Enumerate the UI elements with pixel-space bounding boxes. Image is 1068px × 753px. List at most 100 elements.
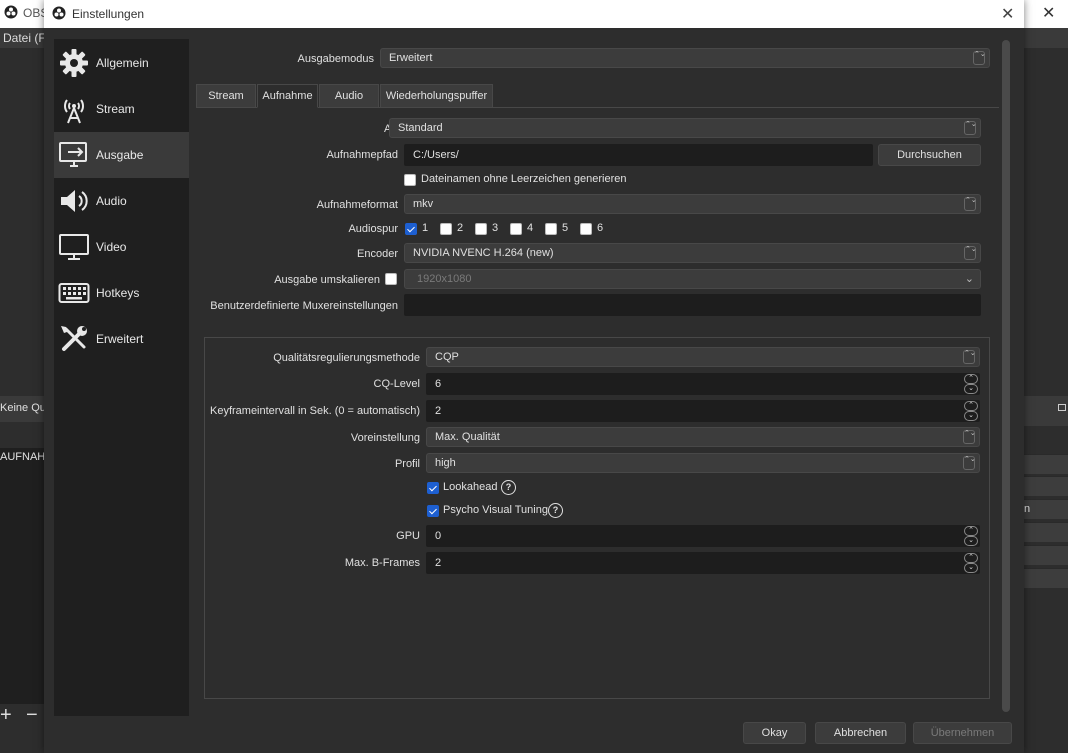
tab-audio[interactable]: Audio bbox=[319, 84, 379, 108]
nospace-label: Dateinamen ohne Leerzeichen generieren bbox=[421, 173, 627, 185]
float-dock-icon[interactable] bbox=[1058, 404, 1066, 411]
track-2-checkbox[interactable] bbox=[440, 223, 452, 235]
cq-level-stepper[interactable]: 6 ⌃ ⌄ bbox=[426, 373, 980, 395]
right-dock-row bbox=[1024, 476, 1068, 496]
updown-arrow-icon: ⌃⌄ bbox=[963, 456, 976, 470]
format-select[interactable]: mkv ⌃⌄ bbox=[404, 194, 981, 214]
cancel-button[interactable]: Abbrechen bbox=[815, 722, 906, 744]
tab-wiederholungspuffer[interactable]: Wiederholungspuffer bbox=[380, 84, 493, 108]
right-dock-row bbox=[1024, 545, 1068, 565]
right-dock-row: n bbox=[1024, 499, 1068, 519]
type-select[interactable]: Standard ⌃⌄ bbox=[389, 118, 981, 138]
keyframe-stepper[interactable]: 2 ⌃ ⌄ bbox=[426, 400, 980, 422]
sidebar-item-hotkeys[interactable]: Hotkeys bbox=[54, 270, 189, 316]
remove-icon[interactable]: − bbox=[26, 704, 38, 727]
help-icon[interactable]: ? bbox=[548, 503, 563, 518]
profile-label: Profil bbox=[394, 458, 420, 470]
bframes-value: 2 bbox=[435, 557, 442, 569]
up-arrow-icon[interactable]: ⌃ bbox=[964, 401, 978, 411]
add-icon[interactable]: + bbox=[0, 704, 12, 727]
psycho-visual-checkbox[interactable] bbox=[427, 505, 439, 517]
rate-control-value: CQP bbox=[435, 351, 459, 363]
menu-file[interactable]: Datei (F bbox=[3, 31, 46, 45]
bframes-spinner[interactable]: ⌃ ⌄ bbox=[963, 553, 979, 575]
obs-logo-icon bbox=[52, 6, 66, 20]
sidebar-item-stream[interactable]: Stream bbox=[54, 86, 189, 132]
nospace-checkbox[interactable] bbox=[404, 174, 416, 186]
sidebar-item-ausgabe[interactable]: Ausgabe bbox=[54, 132, 189, 178]
rescale-label: Ausgabe umskalieren bbox=[274, 274, 380, 286]
bframes-label: Max. B-Frames bbox=[344, 557, 420, 569]
down-arrow-icon[interactable]: ⌄ bbox=[964, 563, 978, 573]
path-label: Aufnahmepfad bbox=[326, 149, 398, 161]
output-mode-select[interactable]: Erweitert ⌃⌄ bbox=[380, 48, 990, 68]
rescale-checkbox[interactable] bbox=[385, 273, 397, 285]
keyframe-label: Keyframeintervall in Sek. (0 = automatis… bbox=[209, 405, 420, 417]
keyframe-spinner[interactable]: ⌃ ⌄ bbox=[963, 401, 979, 423]
help-icon[interactable]: ? bbox=[501, 480, 516, 495]
sidebar-item-label: Ausgabe bbox=[96, 148, 144, 162]
muxer-input[interactable] bbox=[404, 294, 981, 316]
up-arrow-icon[interactable]: ⌃ bbox=[964, 374, 978, 384]
vertical-scrollbar[interactable] bbox=[1002, 40, 1010, 712]
bframes-stepper[interactable]: 2 ⌃ ⌄ bbox=[426, 552, 980, 574]
monitor-output-icon bbox=[59, 142, 87, 167]
cq-level-spinner[interactable]: ⌃ ⌄ bbox=[963, 374, 979, 396]
profile-select[interactable]: high ⌃⌄ bbox=[426, 453, 980, 473]
track-6-checkbox[interactable] bbox=[580, 223, 592, 235]
tab-aufnahme[interactable]: Aufnahme bbox=[257, 84, 318, 108]
obs-close-icon[interactable]: ✕ bbox=[1042, 3, 1055, 23]
track-4-checkbox[interactable] bbox=[510, 223, 522, 235]
sidebar-item-label: Allgemein bbox=[96, 56, 149, 70]
sidebar-item-erweitert[interactable]: Erweitert bbox=[54, 316, 189, 362]
updown-arrow-icon: ⌃⌄ bbox=[964, 121, 977, 135]
chevron-down-icon: ⌄ bbox=[964, 273, 974, 285]
track-1-checkbox[interactable] bbox=[405, 223, 417, 235]
tracks-label: Audiospur bbox=[348, 223, 398, 235]
track-5-checkbox[interactable] bbox=[545, 223, 557, 235]
lookahead-checkbox[interactable] bbox=[427, 482, 439, 494]
lookahead-label: Lookahead bbox=[443, 481, 498, 493]
up-arrow-icon[interactable]: ⌃ bbox=[964, 526, 978, 536]
updown-arrow-icon: ⌃⌄ bbox=[973, 51, 986, 65]
sidebar-item-label: Stream bbox=[96, 102, 135, 116]
down-arrow-icon[interactable]: ⌄ bbox=[964, 411, 978, 421]
encoder-value: NVIDIA NVENC H.264 (new) bbox=[413, 247, 554, 259]
speaker-icon bbox=[61, 190, 88, 212]
sidebar-item-allgemein[interactable]: Allgemein bbox=[54, 40, 189, 86]
sidebar-item-label: Video bbox=[96, 240, 127, 254]
okay-button[interactable]: Okay bbox=[743, 722, 806, 744]
dialog-close-icon[interactable]: ✕ bbox=[1001, 4, 1014, 24]
gpu-value: 0 bbox=[435, 530, 442, 542]
tools-icon bbox=[61, 326, 87, 351]
down-arrow-icon[interactable]: ⌄ bbox=[964, 536, 978, 546]
cq-level-value: 6 bbox=[435, 378, 442, 390]
obs-logo-icon bbox=[4, 5, 18, 19]
gpu-stepper[interactable]: 0 ⌃ ⌄ bbox=[426, 525, 980, 547]
tab-stream[interactable]: Stream bbox=[196, 84, 256, 108]
gpu-label: GPU bbox=[396, 530, 420, 542]
sidebar-item-video[interactable]: Video bbox=[54, 224, 189, 270]
track-3-checkbox[interactable] bbox=[475, 223, 487, 235]
track-1-label: 1 bbox=[422, 222, 429, 234]
settings-dialog: Einstellungen ✕ Allgemein Stream Ausgabe… bbox=[44, 0, 1024, 753]
cq-level-label: CQ-Level bbox=[373, 378, 420, 390]
apply-button[interactable]: Übernehmen bbox=[913, 722, 1012, 744]
track-4-label: 4 bbox=[527, 222, 534, 234]
preset-select[interactable]: Max. Qualität ⌃⌄ bbox=[426, 427, 980, 447]
updown-arrow-icon: ⌃⌄ bbox=[964, 246, 977, 260]
browse-button[interactable]: Durchsuchen bbox=[878, 144, 981, 166]
down-arrow-icon[interactable]: ⌄ bbox=[964, 384, 978, 394]
track-6-label: 6 bbox=[597, 222, 604, 234]
encoder-select[interactable]: NVIDIA NVENC H.264 (new) ⌃⌄ bbox=[404, 243, 981, 263]
monitor-icon bbox=[59, 234, 89, 260]
gpu-spinner[interactable]: ⌃ ⌄ bbox=[963, 526, 979, 548]
path-input[interactable]: C:/Users/ bbox=[404, 144, 873, 166]
track-2-label: 2 bbox=[457, 222, 464, 234]
up-arrow-icon[interactable]: ⌃ bbox=[964, 553, 978, 563]
rate-control-select[interactable]: CQP ⌃⌄ bbox=[426, 347, 980, 367]
sidebar-item-audio[interactable]: Audio bbox=[54, 178, 189, 224]
rescale-select[interactable]: 1920x1080 ⌄ bbox=[404, 269, 981, 289]
preset-label: Voreinstellung bbox=[350, 432, 420, 444]
scene-item[interactable]: AUFNAH bbox=[0, 451, 45, 463]
